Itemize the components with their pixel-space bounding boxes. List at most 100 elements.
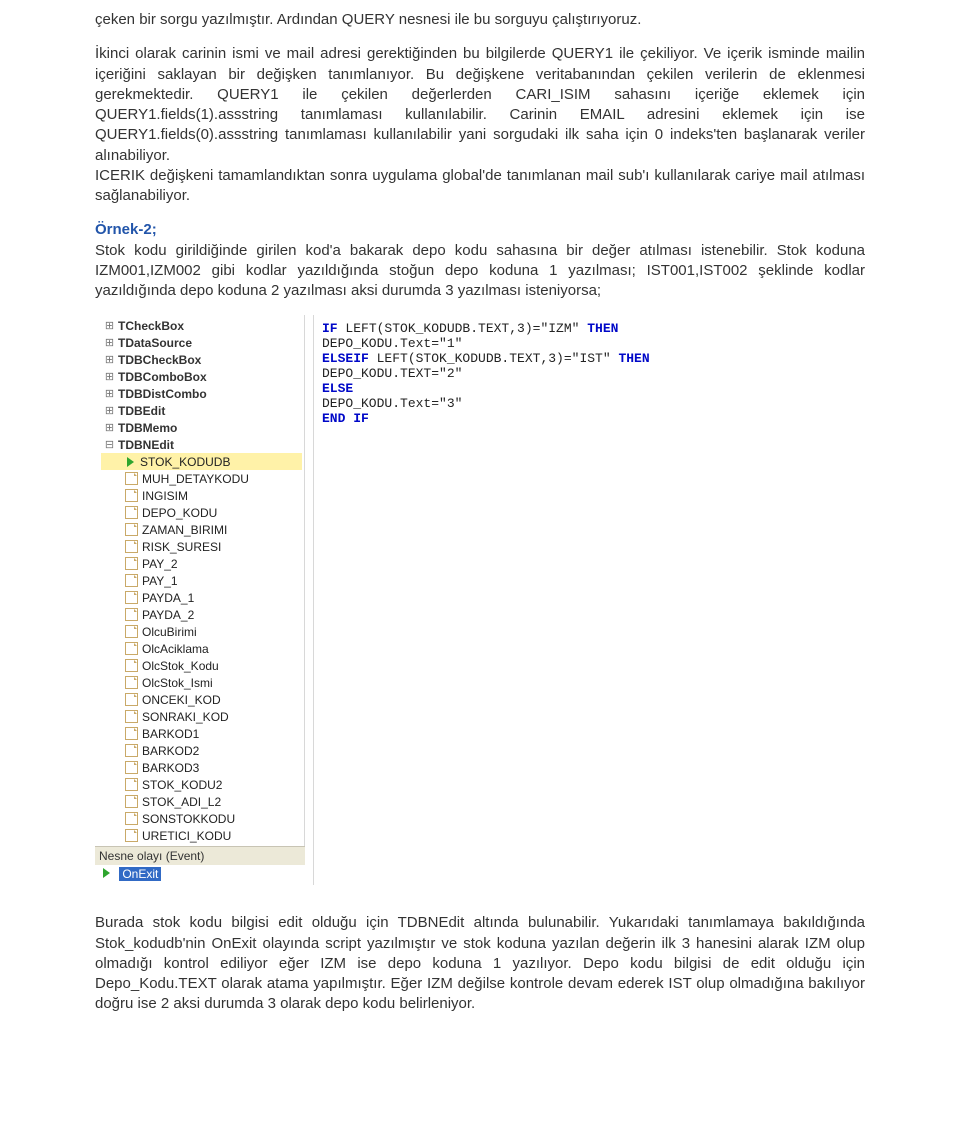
tree-leaf-label: PAYDA_1	[142, 591, 194, 605]
document-icon	[125, 710, 138, 723]
expand-icon[interactable]: ⊞	[103, 404, 116, 417]
code-text: LEFT(STOK_KODUDB.TEXT,3)="IZM"	[338, 321, 588, 336]
tree-leaf-label: STOK_KODUDB	[140, 455, 230, 469]
document-icon	[125, 693, 138, 706]
tree-leaf[interactable]: INGISIM	[101, 487, 302, 504]
paragraph-5: Burada stok kodu bilgisi edit olduğu içi…	[95, 913, 865, 1014]
tree-node-label: TDBDistCombo	[118, 387, 207, 401]
tree-node-expanded[interactable]: ⊟TDBNEdit	[101, 436, 302, 453]
tree-leaf[interactable]: PAY_1	[101, 572, 302, 589]
tree-leaf[interactable]: PAYDA_1	[101, 589, 302, 606]
tree-leaf-label: BARKOD3	[142, 761, 199, 775]
expand-icon[interactable]: ⊞	[103, 336, 116, 349]
event-selected[interactable]: OnExit	[119, 867, 161, 881]
document-icon	[125, 778, 138, 791]
tree-node-label: TDBEdit	[118, 404, 165, 418]
tree-leaf[interactable]: SONSTOKKODU	[101, 810, 302, 827]
document-icon	[125, 642, 138, 655]
tree-leaf-selected[interactable]: STOK_KODUDB	[101, 453, 302, 470]
expand-icon[interactable]: ⊞	[103, 353, 116, 366]
document-icon	[125, 625, 138, 638]
selected-arrow-icon	[127, 457, 134, 467]
tree-leaf-label: RISK_SURESI	[142, 540, 221, 554]
event-row[interactable]: OnExit	[95, 865, 305, 885]
component-tree[interactable]: ⊞TCheckBox ⊞TDataSource ⊞TDBCheckBox ⊞TD…	[95, 315, 305, 846]
document-icon	[125, 506, 138, 519]
expand-icon[interactable]: ⊞	[103, 387, 116, 400]
tree-leaf[interactable]: ZAMAN_BIRIMI	[101, 521, 302, 538]
tree-leaf[interactable]: MUH_DETAYKODU	[101, 470, 302, 487]
expand-icon[interactable]: ⊞	[103, 370, 116, 383]
tree-node-label: TDataSource	[118, 336, 192, 350]
tree-node[interactable]: ⊞TDBComboBox	[101, 368, 302, 385]
tree-leaf[interactable]: SONRAKI_KOD	[101, 708, 302, 725]
tree-leaf[interactable]: OlcStok_Kodu	[101, 657, 302, 674]
tree-leaf-label: BARKOD1	[142, 727, 199, 741]
tree-leaf[interactable]: STOK_ADI_L2	[101, 793, 302, 810]
tree-leaf[interactable]: DEPO_KODU	[101, 504, 302, 521]
tree-leaf[interactable]: OlcuBirimi	[101, 623, 302, 640]
tree-node-label: TDBNEdit	[118, 438, 174, 452]
tree-leaf-label: MUH_DETAYKODU	[142, 472, 249, 486]
paragraph-4-text: Stok kodu girildiğinde girilen kod'a bak…	[95, 242, 865, 300]
tree-leaf[interactable]: STOK_KODU2	[101, 776, 302, 793]
document-icon	[125, 489, 138, 502]
tree-node[interactable]: ⊞TDBCheckBox	[101, 351, 302, 368]
tree-leaf[interactable]: BARKOD1	[101, 725, 302, 742]
document-icon	[125, 676, 138, 689]
tree-node[interactable]: ⊞TDBEdit	[101, 402, 302, 419]
tree-leaf-label: PAY_2	[142, 557, 178, 571]
document-icon	[125, 727, 138, 740]
code-editor[interactable]: IF LEFT(STOK_KODUDB.TEXT,3)="IZM" THEN D…	[313, 315, 865, 885]
tree-leaf-label: OlcuBirimi	[142, 625, 197, 639]
tree-leaf-label: URETICI_KODU	[142, 829, 231, 843]
document-icon	[125, 659, 138, 672]
tree-leaf[interactable]: OlcAciklama	[101, 640, 302, 657]
tree-node[interactable]: ⊞TCheckBox	[101, 317, 302, 334]
event-label-bar: Nesne olayı (Event)	[95, 846, 305, 865]
tree-node-label: TDBMemo	[118, 421, 177, 435]
tree-leaf[interactable]: BARKOD3	[101, 759, 302, 776]
code-kw: ELSE	[322, 381, 353, 396]
document-page: çeken bir sorgu yazılmıştır. Ardından QU…	[0, 0, 960, 1069]
tree-node[interactable]: ⊞TDBDistCombo	[101, 385, 302, 402]
tree-leaf-label: OlcStok_Ismi	[142, 676, 213, 690]
tree-leaf-label: STOK_KODU2	[142, 778, 222, 792]
collapse-icon[interactable]: ⊟	[103, 438, 116, 451]
document-icon	[125, 761, 138, 774]
tree-node-label: TDBCheckBox	[118, 353, 201, 367]
tree-leaf-label: OlcAciklama	[142, 642, 209, 656]
tree-leaf[interactable]: BARKOD2	[101, 742, 302, 759]
document-icon	[125, 812, 138, 825]
tree-leaf[interactable]: URETICI_KODU	[101, 827, 302, 844]
expand-icon[interactable]: ⊞	[103, 319, 116, 332]
example-2-block: Örnek-2; Stok kodu girildiğinde girilen …	[95, 220, 865, 301]
document-icon	[125, 829, 138, 842]
document-icon	[125, 472, 138, 485]
code-text: DEPO_KODU.TEXT="2"	[322, 366, 462, 381]
tree-leaf-label: PAYDA_2	[142, 608, 194, 622]
expand-icon[interactable]: ⊞	[103, 421, 116, 434]
code-kw: THEN	[587, 321, 618, 336]
tree-leaf-label: SONRAKI_KOD	[142, 710, 229, 724]
code-text: DEPO_KODU.Text="1"	[322, 336, 462, 351]
tree-leaf-label: ONCEKI_KOD	[142, 693, 221, 707]
tree-node[interactable]: ⊞TDBMemo	[101, 419, 302, 436]
paragraph-2-text: İkinci olarak carinin ismi ve mail adres…	[95, 45, 865, 163]
tree-leaf[interactable]: PAYDA_2	[101, 606, 302, 623]
tree-node[interactable]: ⊞TDataSource	[101, 334, 302, 351]
tree-leaf-label: OlcStok_Kodu	[142, 659, 219, 673]
selected-arrow-icon	[103, 868, 110, 878]
document-icon	[125, 744, 138, 757]
document-icon	[125, 574, 138, 587]
tree-leaf[interactable]: ONCEKI_KOD	[101, 691, 302, 708]
tree-leaf[interactable]: PAY_2	[101, 555, 302, 572]
code-kw: ELSEIF	[322, 351, 369, 366]
code-kw: THEN	[618, 351, 649, 366]
code-text: LEFT(STOK_KODUDB.TEXT,3)="IST"	[369, 351, 619, 366]
tree-leaf[interactable]: OlcStok_Ismi	[101, 674, 302, 691]
tree-leaf[interactable]: RISK_SURESI	[101, 538, 302, 555]
document-icon	[125, 608, 138, 621]
document-icon	[125, 540, 138, 553]
tree-leaf-label: BARKOD2	[142, 744, 199, 758]
